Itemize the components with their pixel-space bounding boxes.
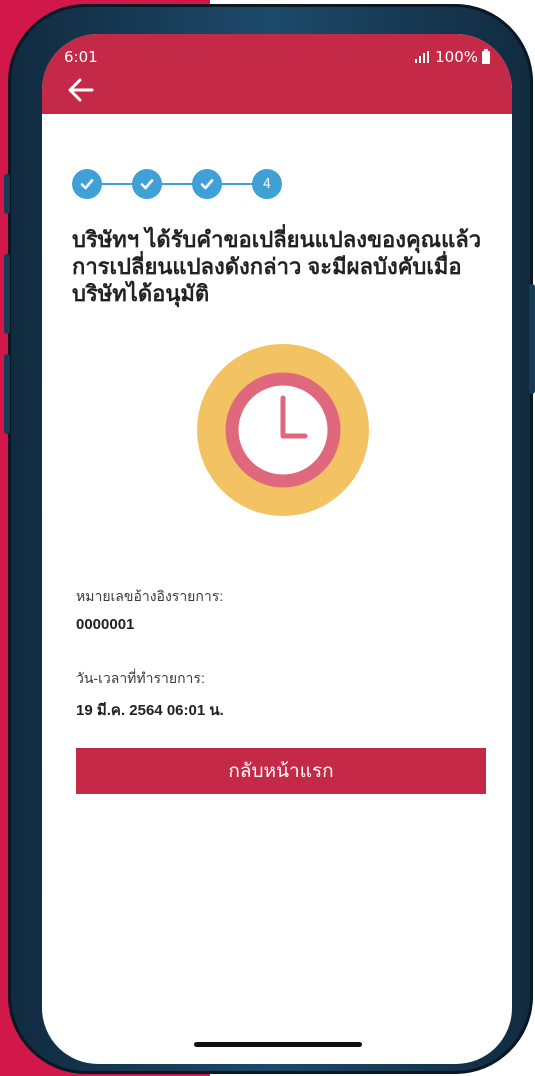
progress-stepper: 4: [72, 169, 292, 199]
home-indicator: [194, 1042, 362, 1047]
confirmation-message: บริษัทฯ ได้รับคำขอเปลี่ยนแปลงของคุณแล้ว …: [72, 227, 482, 306]
step-4-current: 4: [252, 169, 282, 199]
check-icon: [200, 179, 214, 190]
arrow-left-icon: [68, 78, 94, 102]
status-indicators: 100%: [415, 48, 490, 66]
battery-icon: [482, 48, 490, 64]
battery-percent: 100%: [435, 48, 478, 66]
pending-illustration: [197, 344, 369, 516]
clock-icon: [197, 344, 369, 516]
signal-icon: [415, 51, 430, 63]
reference-value: 0000001: [76, 616, 135, 633]
step-3-complete: [192, 169, 222, 199]
check-icon: [140, 179, 154, 190]
phone-screen: 6:01 100% 4 บริษัทฯ ได้รับคำขอเปลี่ยนแปล…: [42, 34, 512, 1064]
phone-frame: 6:01 100% 4 บริษัทฯ ได้รับคำขอเปลี่ยนแปล…: [4, 4, 535, 1074]
datetime-value: 19 มี.ค. 2564 06:01 น.: [76, 702, 224, 719]
phone-side-button: [4, 254, 10, 334]
step-2-complete: [132, 169, 162, 199]
back-button[interactable]: [66, 76, 96, 104]
phone-side-button: [4, 174, 10, 214]
stepper-connector: [86, 183, 276, 185]
status-time: 6:01: [64, 48, 98, 66]
check-icon: [80, 179, 94, 190]
step-4-label: 4: [262, 176, 272, 192]
back-to-home-button[interactable]: กลับหน้าแรก: [76, 748, 486, 794]
reference-label: หมายเลขอ้างอิงรายการ:: [76, 588, 224, 604]
phone-side-button: [4, 354, 10, 434]
phone-side-button: [529, 284, 535, 394]
app-bar: 6:01 100%: [42, 34, 512, 114]
step-1-complete: [72, 169, 102, 199]
datetime-label: วัน-เวลาที่ทำรายการ:: [76, 670, 205, 686]
